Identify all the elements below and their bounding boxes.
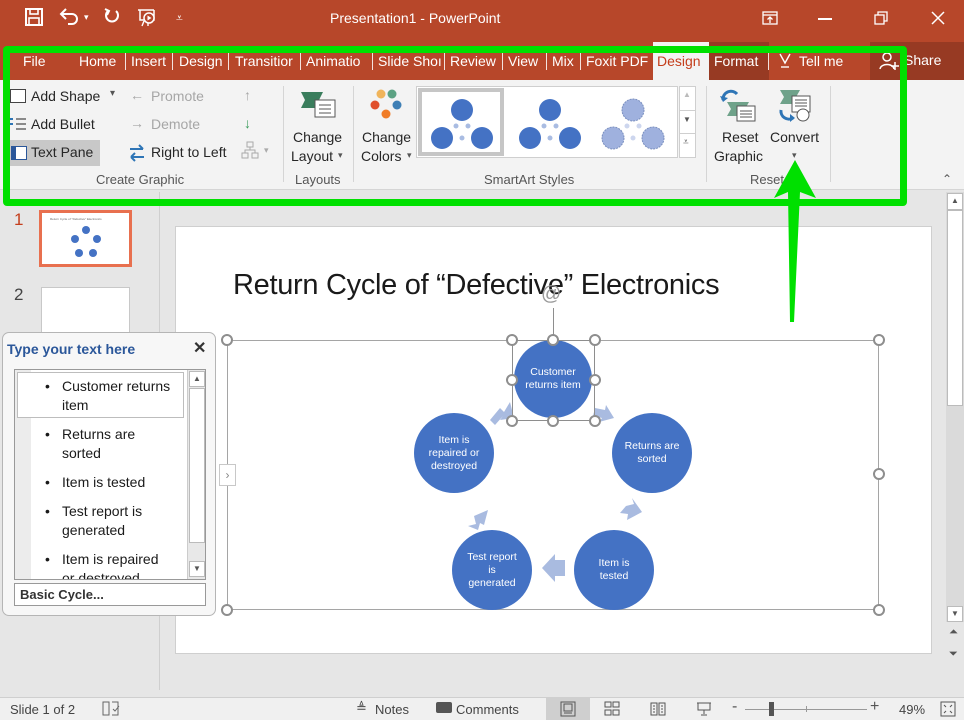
- scroll-thumb[interactable]: [947, 210, 963, 406]
- resize-handle[interactable]: [506, 415, 518, 427]
- bullet-dot: •: [45, 474, 50, 490]
- slideshow-view-icon[interactable]: [696, 701, 712, 717]
- share-label: Share: [904, 52, 942, 68]
- resize-handle[interactable]: [589, 374, 601, 386]
- resize-handle[interactable]: [506, 334, 518, 346]
- scroll-up-icon[interactable]: ▲: [189, 371, 205, 387]
- thumbnail-diagram: [71, 226, 101, 257]
- highlight-arrow: [774, 160, 816, 322]
- cycle-arrow: [468, 510, 488, 530]
- slide-thumbnail-2[interactable]: [41, 287, 130, 337]
- slide-sorter-icon[interactable]: [604, 701, 620, 717]
- text-pane-list[interactable]: • Customer returns item • Returns are so…: [14, 369, 206, 580]
- resize-handle[interactable]: [221, 334, 233, 346]
- text-pane-item[interactable]: Test report is generated: [62, 502, 162, 540]
- notes-button[interactable]: ≜ Notes: [356, 700, 426, 719]
- node-text: Test report is generated: [467, 550, 517, 589]
- text-pane-scrollbar[interactable]: ▲ ▼: [187, 370, 205, 579]
- scroll-down-icon[interactable]: ▼: [189, 561, 205, 577]
- text-pane-close-icon[interactable]: ✕: [193, 338, 206, 358]
- cycle-arrow: [620, 498, 642, 520]
- text-pane-item[interactable]: Returns are sorted: [62, 425, 152, 463]
- restore-icon[interactable]: [874, 11, 888, 28]
- start-from-beginning-icon[interactable]: [136, 7, 158, 34]
- collapse-ribbon-icon[interactable]: ⌃: [942, 172, 952, 186]
- node-text: Item is repaired or destroyed: [428, 433, 480, 472]
- scroll-down-icon[interactable]: ▼: [947, 606, 963, 622]
- comments-label: Comments: [456, 702, 519, 717]
- spell-check-icon[interactable]: [102, 700, 120, 720]
- notes-icon: ≜: [356, 700, 367, 715]
- resize-handle[interactable]: [589, 334, 601, 346]
- save-icon[interactable]: [24, 7, 44, 32]
- previous-slide-icon[interactable]: ⏶: [949, 626, 958, 639]
- zoom-level[interactable]: 49%: [899, 702, 925, 717]
- cycle-arrow: [542, 554, 565, 582]
- smartart-node[interactable]: Returns are sorted: [612, 413, 692, 493]
- smartart-node[interactable]: Item is repaired or destroyed: [414, 413, 494, 493]
- undo-icon[interactable]: [58, 6, 80, 31]
- vertical-scrollbar[interactable]: ▲ ▼: [946, 192, 964, 622]
- slide-thumbnail-1[interactable]: Return Cycle of "Defective" Electronics: [39, 210, 132, 267]
- node-text: Item is tested: [598, 557, 630, 582]
- bullet-dot: •: [45, 378, 50, 394]
- next-slide-icon[interactable]: ⏷: [949, 648, 958, 661]
- scroll-up-icon[interactable]: ▲: [947, 193, 963, 210]
- text-pane-item[interactable]: Item is repaired or destroyed: [62, 550, 172, 579]
- window-title: Presentation1 - PowerPoint: [330, 10, 501, 26]
- text-pane-toggle-icon[interactable]: ›: [219, 464, 236, 486]
- close-icon[interactable]: [930, 10, 946, 29]
- ribbon-display-options-icon[interactable]: [762, 10, 778, 29]
- customize-qat-icon[interactable]: ⩡: [176, 11, 183, 26]
- bullet-dot: •: [45, 426, 50, 442]
- slide-info: Slide 1 of 2: [10, 702, 76, 717]
- resize-handle[interactable]: [873, 334, 885, 346]
- resize-handle[interactable]: [221, 604, 233, 616]
- thumbnail-number: 2: [14, 285, 24, 304]
- node-text: Returns are sorted: [624, 440, 680, 465]
- zoom-slider-thumb[interactable]: [769, 702, 775, 716]
- fit-to-window-icon[interactable]: [940, 701, 956, 717]
- notes-label: Notes: [375, 702, 409, 717]
- minimize-icon[interactable]: [818, 18, 832, 20]
- thumbnail-title: Return Cycle of "Defective" Electronics: [50, 217, 102, 221]
- resize-handle[interactable]: [873, 468, 885, 480]
- redo-icon[interactable]: [102, 6, 122, 31]
- layout-name-link[interactable]: Basic Cycle...: [14, 583, 206, 606]
- smartart-node[interactable]: Item is tested: [574, 530, 654, 610]
- layout-name: Basic Cycle...: [20, 587, 104, 602]
- rotate-handle-icon[interactable]: @: [541, 283, 561, 306]
- resize-handle[interactable]: [506, 374, 518, 386]
- resize-handle[interactable]: [547, 334, 559, 346]
- comments-icon: [436, 702, 452, 713]
- status-bar: Slide 1 of 2 ≜ Notes Comments - + 49%: [0, 697, 964, 720]
- scroll-thumb[interactable]: [189, 388, 205, 543]
- zoom-slider-center-tick: [806, 706, 807, 712]
- bullet-dot: •: [45, 503, 50, 519]
- smartart-text-pane: Type your text here ✕ • Customer returns…: [2, 332, 216, 616]
- slide-title[interactable]: Return Cycle of “Defective” Electronics: [233, 269, 720, 302]
- title-bar: ▾ ⩡ Presentation1 - PowerPoint: [0, 0, 964, 40]
- resize-handle[interactable]: [589, 415, 601, 427]
- zoom-in-button[interactable]: +: [870, 698, 879, 716]
- text-pane-item[interactable]: Customer returns item: [62, 377, 182, 415]
- comments-button[interactable]: Comments: [436, 700, 526, 719]
- text-pane-header: Type your text here: [7, 341, 136, 357]
- normal-view-button[interactable]: [546, 698, 590, 720]
- resize-handle[interactable]: [873, 604, 885, 616]
- resize-handle[interactable]: [547, 415, 559, 427]
- node-selection-box: [512, 340, 595, 421]
- zoom-out-button[interactable]: -: [732, 698, 737, 716]
- undo-dropdown-icon[interactable]: ▾: [84, 12, 89, 23]
- smartart-node[interactable]: Test report is generated: [452, 530, 532, 610]
- bullet-dot: •: [45, 551, 50, 567]
- normal-view-icon: [560, 701, 576, 717]
- text-pane-item[interactable]: Item is tested: [62, 473, 182, 492]
- reading-view-icon[interactable]: [650, 701, 666, 717]
- thumbnail-number: 1: [14, 210, 24, 229]
